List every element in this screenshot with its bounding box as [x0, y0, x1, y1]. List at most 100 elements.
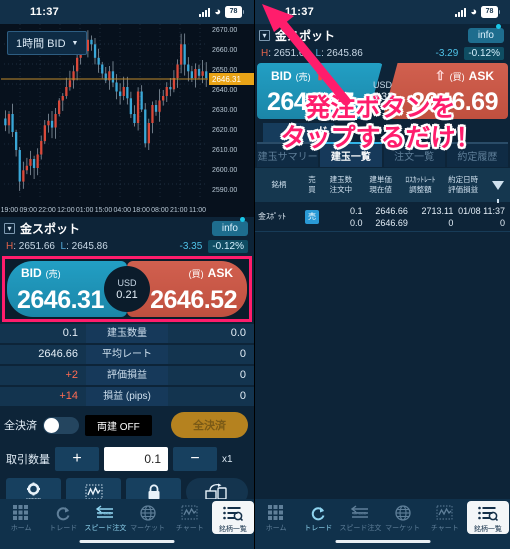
nav-item-チャート[interactable]: チャート [424, 499, 466, 533]
quantity-input[interactable]: 0.1 [104, 447, 168, 471]
settle-all-button[interactable]: 全決済 [171, 412, 248, 438]
x-tick: 12:00 [56, 207, 75, 214]
info-button[interactable]: info [212, 221, 248, 236]
position-row: +14 損益 (pips) 0 [0, 387, 254, 406]
nav-item-トレード[interactable]: トレード [297, 499, 339, 533]
positions-table-body: 金ｽﾎﾟｯﾄ 売 0.1 0.0 2646.66 2646.69 2713.11 0 … [255, 202, 510, 232]
info-button-label: info [478, 30, 494, 41]
position-sell-value: +2 [0, 366, 86, 385]
notification-dot-icon [496, 24, 501, 29]
bid-label: BID [21, 266, 42, 280]
position-sell-value: 0.1 [0, 324, 86, 343]
x-tick: 19:00 [0, 207, 19, 214]
nav-item-マーケット[interactable]: マーケット [127, 499, 169, 533]
svg-text:SPEED: SPEED [354, 510, 368, 515]
annotation-line-2: タップするだけ！ [273, 123, 488, 153]
nav-item-ホーム[interactable]: ホーム [0, 499, 42, 533]
nav-item-label: 銘柄一覧 [219, 524, 247, 534]
settle-all-row: 全決済 両建 OFF 全決済 [0, 408, 254, 442]
order-buttons-highlight: BID (売) 2646.31 (買) ASK 2646.52 USD 0.21 [2, 256, 252, 322]
x-tick: 01:00 [75, 207, 94, 214]
price-chart[interactable]: 2670.00 2660.00 2650.00 2640.00 2630.00 262… [0, 24, 254, 204]
nav-item-label: スピード注文 [84, 523, 126, 533]
nav-item-銘柄一覧[interactable]: 銘柄一覧 [212, 501, 254, 534]
position-label: 評価損益 [86, 366, 168, 385]
svg-text:2620.00: 2620.00 [212, 127, 237, 134]
nav-item-マーケット[interactable]: マーケット [382, 499, 424, 533]
nav-item-label: チャート [431, 523, 459, 533]
quantity-label: 取引数量 [6, 451, 50, 467]
nav-item-トレード[interactable]: トレード [42, 499, 84, 533]
list-search-icon [223, 505, 243, 522]
position-row: 2646.66 平均レート 0 [0, 345, 254, 364]
quantity-decrease-button[interactable]: − [173, 447, 217, 471]
nav-item-ホーム[interactable]: ホーム [255, 499, 297, 533]
svg-text:2630.00: 2630.00 [212, 107, 237, 114]
lock-icon [147, 484, 161, 501]
home-indicator [80, 540, 175, 543]
chart-x-axis: 19:00 09:00 22:00 12:00 01:00 15:00 04:00 18:00… [0, 204, 254, 217]
side-badge: 売 [305, 210, 319, 224]
positions-table-header: 銘柄 売 買 建玉数 注文中 建単価 現在値 ﾛｽｶｯﾄﾚｰﾄ 調整額 約定日時… [255, 168, 510, 202]
battery-icon: 78 [225, 6, 242, 18]
change-percent: -0.12% [208, 240, 248, 253]
nav-item-チャート[interactable]: チャート [169, 499, 211, 533]
nav-item-スピード注文[interactable]: SPEED スピード注文 [339, 499, 381, 533]
change-percent: -0.12% [464, 47, 504, 60]
settle-toggle-label: 全決済 [4, 417, 37, 433]
timeframe-selector[interactable]: 1時間 BID ▼ [7, 31, 87, 55]
battery-icon: 78 [481, 6, 498, 18]
svg-text:2670.00: 2670.00 [212, 27, 237, 34]
nav-item-label: ホーム [266, 523, 287, 533]
market-globe-icon [140, 504, 156, 521]
info-button-label: info [222, 223, 238, 234]
bid-sublabel: (売) [46, 267, 61, 280]
change-value: -3.35 [180, 241, 203, 252]
info-button[interactable]: info [468, 28, 504, 43]
trade-refresh-icon [55, 504, 71, 521]
instrument-name: 金スポット [20, 220, 80, 237]
x-tick: 15:00 [94, 207, 113, 214]
collapse-icon[interactable]: ▾ [4, 223, 15, 234]
nav-item-銘柄一覧[interactable]: 銘柄一覧 [467, 501, 509, 534]
th-name: 銘柄 [255, 180, 303, 190]
quantity-increase-button[interactable]: + [55, 447, 99, 471]
th-price: 建単価 現在値 [361, 175, 401, 195]
home-grid-icon [268, 504, 284, 521]
high-low-row-left: H: 2651.66 L: 2645.86 -3.35 -0.12% [0, 239, 254, 256]
x-tick: 22:00 [38, 207, 57, 214]
home-indicator [335, 540, 430, 543]
position-buy-value: 0.0 [168, 324, 254, 343]
list-search-icon [478, 505, 498, 522]
filter-button[interactable] [486, 181, 510, 190]
home-grid-icon [13, 504, 29, 521]
position-buy-value: 0 [168, 387, 254, 406]
nav-item-スピード注文[interactable]: SPEED スピード注文 [84, 499, 126, 533]
position-buy-value: 0 [168, 345, 254, 364]
cell-losscut: 2713.11 0 [412, 205, 457, 229]
market-globe-icon [395, 504, 411, 521]
hedge-mode-badge[interactable]: 両建 OFF [85, 415, 152, 436]
ask-sublabel: (買) [189, 267, 204, 280]
spread-currency: USD [117, 277, 136, 289]
position-buy-value: 0 [168, 366, 254, 385]
cellular-signal-icon [199, 8, 210, 17]
chart-icon [85, 484, 103, 500]
notification-dot-icon [240, 217, 245, 222]
position-label: 建玉数量 [86, 324, 168, 343]
quote-panel-wrapper-left: BID (売) 2646.31 (買) ASK 2646.52 USD 0.21 [0, 256, 254, 322]
chevron-down-icon: ▼ [72, 40, 79, 47]
speed-order-icon: SPEED [95, 504, 115, 521]
left-phone-screen: 11:37 ◕ 78 2670.00 2660.00 2650.00 2640.… [0, 0, 255, 549]
status-bar-left: 11:37 ◕ 78 [0, 0, 254, 24]
ask-price: 2646.52 [150, 286, 237, 315]
settle-all-toggle[interactable] [43, 417, 79, 434]
table-row[interactable]: 金ｽﾎﾟｯﾄ 売 0.1 0.0 2646.66 2646.69 2713.11 0 … [255, 202, 510, 232]
position-label: 平均レート [86, 345, 168, 364]
nav-item-label: トレード [49, 523, 77, 533]
ask-sublabel: (買) [450, 70, 465, 83]
position-label: 損益 (pips) [86, 387, 168, 406]
svg-text:2646.31: 2646.31 [212, 75, 241, 84]
dual-screenshot-container: 11:37 ◕ 78 2670.00 2660.00 2650.00 2640.… [0, 0, 510, 549]
x-tick: 09:00 [19, 207, 38, 214]
